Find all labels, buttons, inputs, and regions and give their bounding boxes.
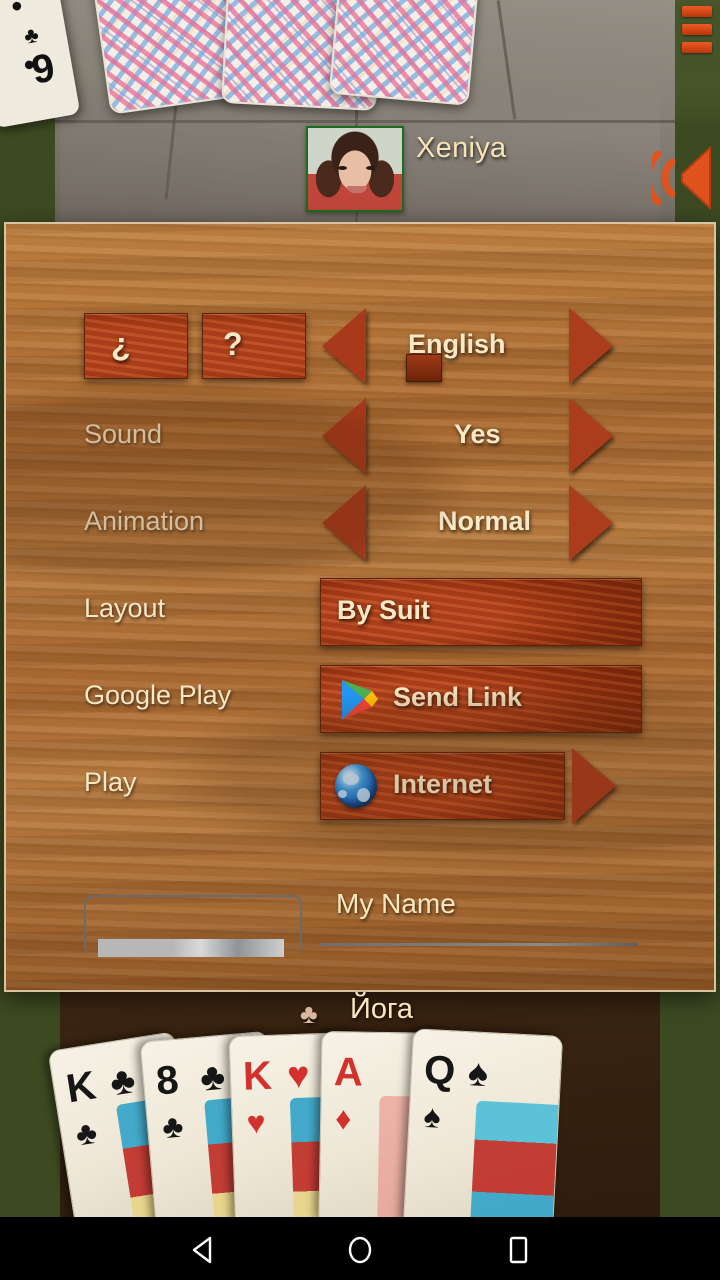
internet-button[interactable]: Internet bbox=[320, 752, 565, 820]
name-input-metal-strip bbox=[98, 939, 284, 957]
row-label-animation: Animation bbox=[84, 506, 205, 536]
layout-button[interactable]: By Suit bbox=[320, 578, 642, 646]
row-animation: Animation Normal bbox=[6, 485, 714, 561]
row-label-sound: Sound bbox=[84, 419, 163, 449]
row-layout: Layout By Suit bbox=[6, 578, 714, 646]
language-flag-chip[interactable] bbox=[406, 354, 442, 382]
player-hand: K ♣ ♣ 8 ♣ ♣ K ♥ ♥ A ♦ Q ♠ ♠ bbox=[0, 1028, 720, 1244]
bottom-player-name: Йога bbox=[350, 993, 414, 1025]
card-suit-glyph: ♥ bbox=[246, 1104, 267, 1141]
internet-label: Internet bbox=[393, 769, 493, 799]
home-button[interactable] bbox=[344, 1235, 376, 1270]
menu-bar bbox=[682, 42, 712, 53]
card-rank: 8 bbox=[154, 1057, 181, 1104]
card-suit-glyph: ♥ bbox=[286, 1054, 311, 1098]
card-suit-glyph: ♣ bbox=[198, 1055, 227, 1100]
animation-value: Normal bbox=[438, 506, 532, 536]
avatar-photo bbox=[308, 128, 402, 210]
recents-button[interactable] bbox=[503, 1235, 533, 1270]
name-field-label: My Name bbox=[336, 888, 456, 919]
play-next-arrow[interactable] bbox=[572, 748, 616, 824]
card-suit-glyph: ♣ bbox=[107, 1059, 139, 1105]
hand-card[interactable]: Q ♠ ♠ bbox=[402, 1028, 564, 1236]
back-button[interactable] bbox=[186, 1235, 220, 1270]
card-dot: ● bbox=[8, 0, 25, 18]
menu-bar bbox=[682, 24, 712, 35]
send-link-label: Send Link bbox=[393, 682, 523, 712]
card-suit-glyph: ♠ bbox=[466, 1052, 490, 1096]
hamburger-menu-icon[interactable] bbox=[682, 6, 712, 62]
language-next-arrow[interactable] bbox=[569, 308, 613, 384]
name-input-underline bbox=[320, 943, 638, 946]
card-suit-glyph: ♣ bbox=[73, 1113, 100, 1153]
card-rank: Q bbox=[423, 1047, 457, 1094]
top-player-name: Xeniya bbox=[416, 132, 507, 164]
card-back bbox=[328, 0, 482, 106]
settings-dialog: ¿ ? English Sound Yes Animation Normal L… bbox=[4, 222, 716, 992]
sound-next-arrow[interactable] bbox=[569, 398, 613, 474]
language-prev-arrow[interactable] bbox=[322, 308, 366, 384]
club-suit-icon: ♣ bbox=[300, 999, 318, 1029]
row-language: English bbox=[6, 308, 714, 384]
card-rank: K bbox=[242, 1053, 273, 1099]
google-play-icon bbox=[339, 678, 379, 722]
card-suit-glyph: ♣ bbox=[21, 21, 41, 49]
card-suit-glyph: ♦ bbox=[334, 1100, 352, 1137]
card-suit-glyph: ♠ bbox=[422, 1097, 442, 1135]
name-input-box[interactable] bbox=[84, 895, 302, 957]
row-play: Play Internet bbox=[6, 748, 714, 824]
avatar[interactable] bbox=[306, 126, 404, 212]
layout-value: By Suit bbox=[337, 595, 431, 625]
row-label-play: Play bbox=[84, 767, 137, 797]
send-link-button[interactable]: Send Link bbox=[320, 665, 642, 733]
sound-prev-arrow[interactable] bbox=[322, 398, 366, 474]
android-navigation-bar bbox=[0, 1217, 720, 1280]
card-rank: A bbox=[333, 1050, 364, 1095]
row-label-google-play: Google Play bbox=[84, 680, 232, 710]
card-suit-glyph: ♣ bbox=[160, 1107, 185, 1146]
row-sound: Sound Yes bbox=[6, 398, 714, 474]
sound-value: Yes bbox=[454, 419, 501, 449]
menu-bar bbox=[682, 6, 712, 17]
globe-icon bbox=[335, 764, 377, 808]
row-label-layout: Layout bbox=[84, 593, 166, 623]
animation-prev-arrow[interactable] bbox=[322, 485, 366, 561]
game-screen: ♣ 9 ● ● Xeniya ¿ ? English Sound Yes Ani… bbox=[0, 0, 720, 1280]
card-rank: K bbox=[63, 1063, 99, 1112]
animation-next-arrow[interactable] bbox=[569, 485, 613, 561]
row-google-play: Google Play Send Link bbox=[6, 665, 714, 733]
